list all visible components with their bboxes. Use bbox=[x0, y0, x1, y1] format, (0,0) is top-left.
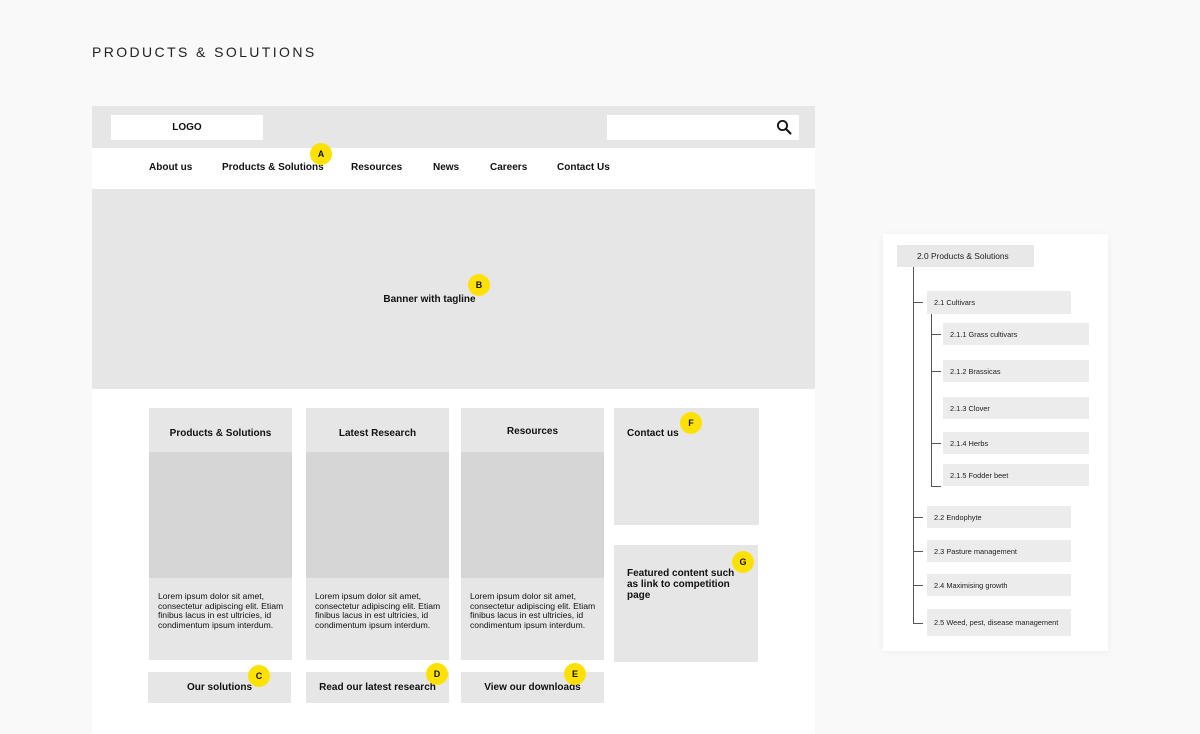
tree-connector bbox=[913, 302, 923, 303]
contact-us-title: Contact us bbox=[627, 428, 679, 439]
main-nav: About us Products & Solutions Resources … bbox=[92, 148, 815, 189]
sitemap-item-pasture-management[interactable]: 2.3 Pasture management bbox=[927, 540, 1071, 562]
search-input[interactable] bbox=[607, 115, 799, 140]
annotation-badge-g: G bbox=[732, 551, 754, 573]
tree-connector bbox=[931, 371, 941, 372]
annotation-badge-b: B bbox=[468, 274, 490, 296]
tree-connector bbox=[913, 551, 923, 552]
nav-item-contact-us[interactable]: Contact Us bbox=[557, 162, 610, 173]
annotation-badge-e: E bbox=[564, 663, 586, 685]
sitemap-item-fodder-beet[interactable]: 2.1.5 Fodder beet bbox=[943, 464, 1089, 486]
card-body-text: Lorem ipsum dolor sit amet, consectetur … bbox=[315, 591, 441, 630]
sitemap-item-maximising-growth[interactable]: 2.4 Maximising growth bbox=[927, 574, 1071, 596]
featured-content-text: Featured content such as link to competi… bbox=[627, 568, 735, 601]
annotation-badge-d: D bbox=[426, 663, 448, 685]
wireframe-page: LOGO About us Products & Solutions Resou… bbox=[92, 106, 815, 734]
nav-item-news[interactable]: News bbox=[433, 162, 459, 173]
card-resources: Resources Lorem ipsum dolor sit amet, co… bbox=[461, 408, 604, 660]
annotation-badge-c: C bbox=[248, 665, 270, 687]
nav-item-resources[interactable]: Resources bbox=[351, 162, 402, 173]
tree-connector bbox=[913, 585, 923, 586]
sitemap-item-brassicas[interactable]: 2.1.2 Brassicas bbox=[943, 360, 1089, 382]
nav-item-careers[interactable]: Careers bbox=[490, 162, 527, 173]
sitemap-item-endophyte[interactable]: 2.2 Endophyte bbox=[927, 506, 1071, 528]
sitemap-panel: 2.0 Products & Solutions 2.1 Cultivars 2… bbox=[883, 234, 1108, 651]
annotation-badge-f: F bbox=[680, 412, 702, 434]
card-body-text: Lorem ipsum dolor sit amet, consectetur … bbox=[158, 591, 284, 630]
tree-connector bbox=[931, 486, 941, 487]
nav-item-products-solutions[interactable]: Products & Solutions bbox=[222, 162, 324, 173]
logo[interactable]: LOGO bbox=[111, 115, 263, 140]
sitemap-item-cultivars[interactable]: 2.1 Cultivars bbox=[927, 291, 1071, 314]
nav-item-about-us[interactable]: About us bbox=[149, 162, 192, 173]
tree-connector bbox=[913, 623, 923, 624]
annotation-badge-a: A bbox=[310, 143, 332, 165]
card-products-solutions: Products & Solutions Lorem ipsum dolor s… bbox=[149, 408, 292, 660]
sitemap-item-herbs[interactable]: 2.1.4 Herbs bbox=[943, 432, 1089, 454]
image-placeholder bbox=[306, 452, 449, 578]
image-placeholder bbox=[461, 452, 604, 578]
tree-connector bbox=[913, 267, 914, 623]
header-bar: LOGO bbox=[92, 106, 815, 148]
sitemap-item-grass-cultivars[interactable]: 2.1.1 Grass cultivars bbox=[943, 323, 1089, 345]
card-title: Latest Research bbox=[338, 428, 417, 439]
card-title: Products & Solutions bbox=[169, 428, 272, 439]
sitemap-root[interactable]: 2.0 Products & Solutions bbox=[897, 245, 1034, 267]
tree-connector bbox=[913, 517, 923, 518]
image-placeholder bbox=[149, 452, 292, 578]
hero-banner: Banner with tagline bbox=[92, 189, 815, 389]
tree-connector bbox=[931, 443, 941, 444]
card-title: Resources bbox=[506, 426, 559, 437]
page-title: PRODUCTS & SOLUTIONS bbox=[92, 44, 317, 60]
banner-tagline: Banner with tagline bbox=[383, 294, 476, 305]
tree-connector bbox=[931, 334, 941, 335]
tree-connector bbox=[931, 313, 932, 487]
sitemap-item-weed-pest-disease[interactable]: 2.5 Weed, pest, disease management bbox=[927, 609, 1071, 636]
card-latest-research: Latest Research Lorem ipsum dolor sit am… bbox=[306, 408, 449, 660]
search-icon[interactable] bbox=[776, 119, 792, 135]
card-body-text: Lorem ipsum dolor sit amet, consectetur … bbox=[470, 591, 596, 630]
sitemap-item-clover[interactable]: 2.1.3 Clover bbox=[943, 397, 1089, 419]
